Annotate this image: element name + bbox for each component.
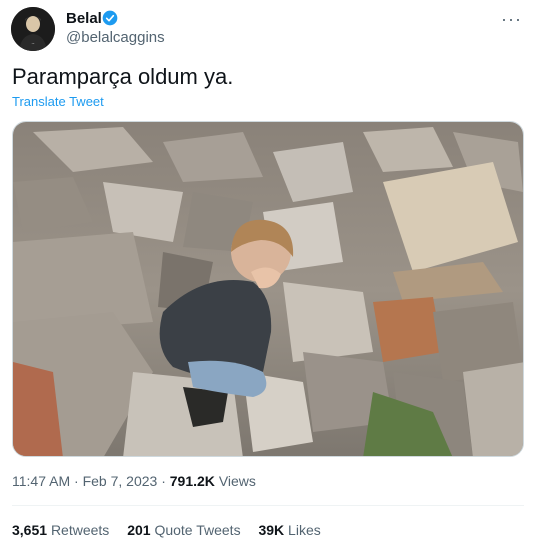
photo-child-in-rubble (13, 122, 523, 456)
quotes-label: Quote Tweets (154, 522, 241, 538)
likes-stat[interactable]: 39K Likes (258, 522, 320, 538)
likes-count: 39K (258, 522, 285, 538)
tweet-metadata: 11:47 AM · Feb 7, 2023 · 791.2K Views (12, 473, 256, 489)
retweets-label: Retweets (50, 522, 110, 538)
likes-label: Likes (288, 522, 321, 538)
author-avatar[interactable]: ~ (11, 7, 55, 51)
quote-tweets-stat[interactable]: 201 Quote Tweets (127, 522, 244, 538)
verified-badge-icon (102, 10, 118, 26)
engagement-stats: 3,651 Retweets 201 Quote Tweets 39K Like… (12, 522, 335, 538)
stats-divider (12, 505, 524, 506)
views-label: Views (218, 473, 256, 489)
tweet-time[interactable]: 11:47 AM (12, 473, 70, 489)
meta-separator: · (74, 473, 79, 489)
retweets-stat[interactable]: 3,651 Retweets (12, 522, 113, 538)
more-options-icon[interactable]: ··· (501, 10, 522, 28)
quotes-count: 201 (127, 522, 151, 538)
avatar-person-icon: ~ (11, 7, 55, 51)
svg-text:~: ~ (31, 41, 34, 46)
author-handle[interactable]: @belalcaggins (66, 29, 165, 46)
tweet-photo[interactable] (12, 121, 524, 457)
tweet-text: Paramparça oldum ya. (12, 64, 234, 89)
retweets-count: 3,651 (12, 522, 48, 538)
translate-tweet-link[interactable]: Translate Tweet (12, 94, 104, 109)
meta-separator-2: · (161, 473, 166, 489)
author-display-name[interactable]: Belal (66, 10, 102, 27)
tweet-date[interactable]: Feb 7, 2023 (83, 473, 158, 489)
views-count: 791.2K (169, 473, 215, 489)
